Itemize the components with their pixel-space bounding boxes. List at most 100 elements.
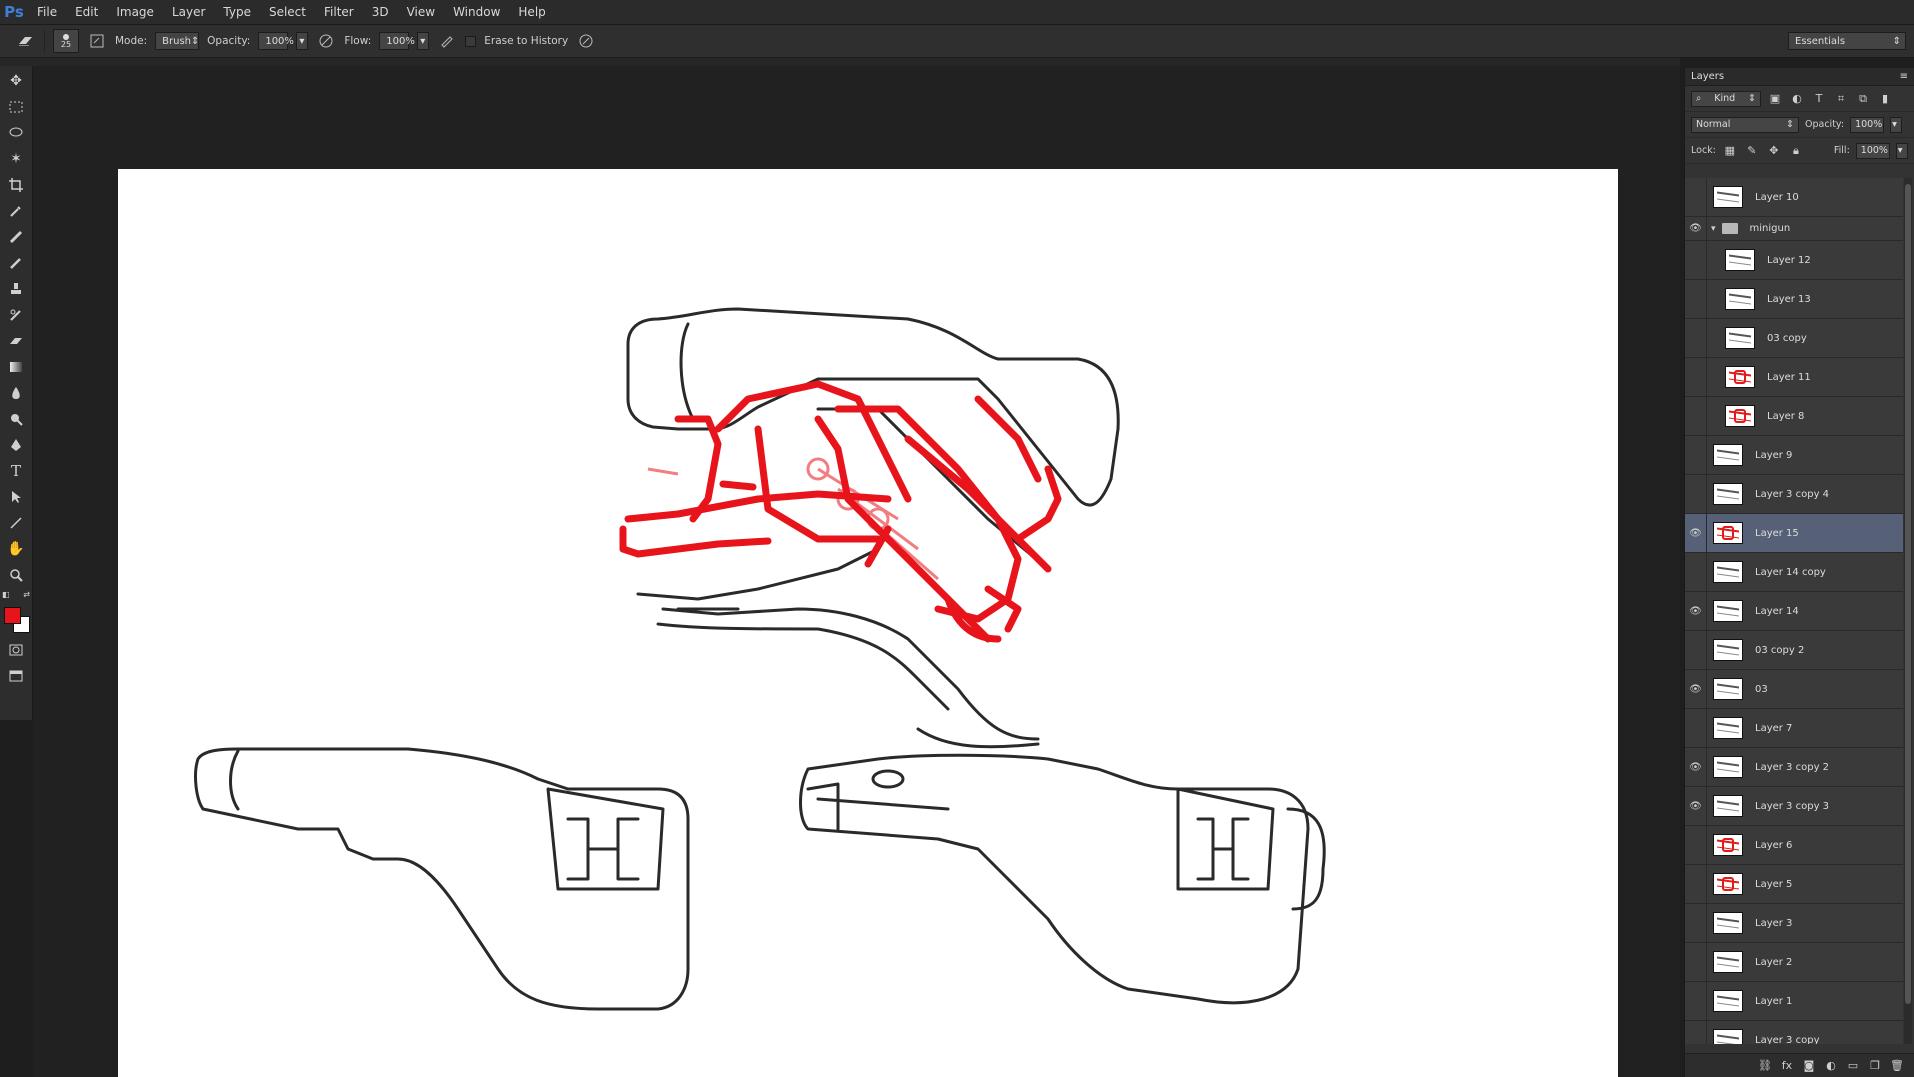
menu-help[interactable]: Help — [509, 0, 554, 25]
type-tool-icon[interactable]: T — [3, 458, 29, 484]
layer-row[interactable]: 03 copy — [1685, 319, 1903, 358]
quick-select-tool-icon[interactable]: ✶ — [3, 146, 29, 172]
layer-group-row[interactable]: 👁︎ ▾ minigun — [1685, 217, 1903, 241]
layer-row[interactable]: Layer 1 — [1685, 982, 1903, 1021]
menu-edit[interactable]: Edit — [66, 0, 107, 25]
layer-row[interactable]: 👁︎ Layer 3 copy 2 — [1685, 748, 1903, 787]
layer-row[interactable]: 03 copy 2 — [1685, 631, 1903, 670]
filter-pixel-icon[interactable]: ▣ — [1767, 91, 1783, 107]
visibility-eye-icon[interactable] — [1685, 709, 1707, 747]
flow-input[interactable]: 100% — [379, 32, 415, 50]
pressure-opacity-icon[interactable] — [316, 31, 336, 51]
layer-row[interactable]: Layer 13 — [1685, 280, 1903, 319]
dodge-tool-icon[interactable] — [3, 406, 29, 432]
blend-mode-select[interactable]: Normal ⇕ — [1691, 116, 1799, 133]
layer-style-icon[interactable]: fx — [1779, 1058, 1795, 1074]
visibility-eye-icon[interactable]: 👁︎ — [1685, 787, 1707, 825]
visibility-eye-icon[interactable] — [1685, 475, 1707, 513]
layer-row[interactable]: 👁︎ 03 — [1685, 670, 1903, 709]
visibility-eye-icon[interactable] — [1685, 826, 1707, 864]
menu-layer[interactable]: Layer — [163, 0, 214, 25]
new-group-icon[interactable]: ▭ — [1845, 1058, 1861, 1074]
layer-row[interactable]: Layer 12 — [1685, 241, 1903, 280]
mode-select[interactable]: Brush ⇕ — [155, 32, 199, 50]
filter-smart-object-icon[interactable]: ⧉ — [1855, 91, 1871, 107]
layer-row[interactable]: Layer 2 — [1685, 943, 1903, 982]
menu-type[interactable]: Type — [214, 0, 260, 25]
layers-scrollbar[interactable] — [1904, 178, 1912, 1044]
visibility-eye-icon[interactable]: 👁︎ — [1685, 670, 1707, 708]
visibility-eye-icon[interactable] — [1685, 319, 1707, 357]
layer-row[interactable]: Layer 7 — [1685, 709, 1903, 748]
airbrush-icon[interactable] — [437, 31, 457, 51]
opacity-input[interactable]: 100% — [258, 32, 294, 50]
visibility-eye-icon[interactable] — [1685, 904, 1707, 942]
erase-to-history-checkbox[interactable] — [465, 35, 477, 47]
visibility-eye-icon[interactable] — [1685, 1021, 1707, 1044]
lasso-tool-icon[interactable] — [3, 120, 29, 146]
brush-preset-picker[interactable]: 25 — [53, 29, 79, 53]
path-selection-tool-icon[interactable] — [3, 484, 29, 510]
lock-pixels-icon[interactable]: ✎ — [1744, 143, 1760, 159]
fill-input[interactable]: 100% — [1855, 142, 1890, 159]
pressure-size-icon[interactable] — [576, 31, 596, 51]
menu-filter[interactable]: Filter — [315, 0, 363, 25]
marquee-tool-icon[interactable] — [3, 94, 29, 120]
clone-stamp-tool-icon[interactable] — [3, 276, 29, 302]
blur-tool-icon[interactable] — [3, 380, 29, 406]
healing-brush-tool-icon[interactable] — [3, 224, 29, 250]
layer-row[interactable]: 👁︎ Layer 15 — [1685, 514, 1903, 553]
workspace-select[interactable]: Essentials ⇕ — [1788, 32, 1906, 50]
filter-adjustment-icon[interactable]: ◐ — [1789, 91, 1805, 107]
brush-tool-icon[interactable] — [3, 250, 29, 276]
brush-panel-toggle-icon[interactable] — [87, 31, 107, 51]
layer-row[interactable]: Layer 9 — [1685, 436, 1903, 475]
visibility-eye-icon[interactable]: 👁︎ — [1685, 748, 1707, 786]
adjustment-layer-icon[interactable]: ◐ — [1823, 1058, 1839, 1074]
move-tool-icon[interactable]: ✥ — [3, 68, 29, 94]
fill-dropdown[interactable]: ▾ — [1895, 142, 1908, 159]
flow-dropdown[interactable]: ▾ — [417, 32, 430, 50]
visibility-eye-icon[interactable] — [1685, 631, 1707, 669]
quick-mask-icon[interactable] — [3, 637, 29, 663]
eyedropper-tool-icon[interactable] — [3, 198, 29, 224]
default-colors-icon[interactable]: ◧ — [2, 590, 10, 599]
new-layer-icon[interactable]: ❐ — [1867, 1058, 1883, 1074]
filter-shape-icon[interactable]: ⌗ — [1833, 91, 1849, 107]
visibility-eye-icon[interactable] — [1685, 553, 1707, 591]
visibility-eye-icon[interactable] — [1685, 436, 1707, 474]
filter-type-icon[interactable]: T — [1811, 91, 1827, 107]
menu-3d[interactable]: 3D — [363, 0, 398, 25]
menu-window[interactable]: Window — [444, 0, 509, 25]
layer-row[interactable]: 👁︎ Layer 3 copy 3 — [1685, 787, 1903, 826]
zoom-tool-icon[interactable] — [3, 562, 29, 588]
link-layers-icon[interactable]: ⛓︎ — [1757, 1058, 1773, 1074]
swap-colors-icon[interactable]: ⇄ — [23, 590, 30, 599]
layer-row[interactable]: Layer 10 — [1685, 178, 1903, 217]
lock-position-icon[interactable]: ✥ — [1766, 143, 1782, 159]
layer-row[interactable]: Layer 8 — [1685, 397, 1903, 436]
visibility-eye-icon[interactable]: 👁︎ — [1685, 217, 1707, 240]
filter-kind-select[interactable]: ⌕ Kind ⇕ — [1691, 90, 1761, 107]
filter-toggle-icon[interactable]: ▮ — [1877, 91, 1893, 107]
layer-row[interactable]: 👁︎ Layer 14 — [1685, 592, 1903, 631]
gradient-tool-icon[interactable] — [3, 354, 29, 380]
visibility-eye-icon[interactable]: 👁︎ — [1685, 592, 1707, 630]
visibility-eye-icon[interactable] — [1685, 982, 1707, 1020]
foreground-color-swatch[interactable] — [4, 607, 21, 624]
layer-opacity-dropdown[interactable]: ▾ — [1890, 116, 1903, 133]
pen-tool-icon[interactable] — [3, 432, 29, 458]
layer-row[interactable]: Layer 6 — [1685, 826, 1903, 865]
layer-row[interactable]: Layer 5 — [1685, 865, 1903, 904]
menu-file[interactable]: File — [28, 0, 66, 25]
menu-select[interactable]: Select — [260, 0, 315, 25]
hand-tool-icon[interactable]: ✋ — [3, 536, 29, 562]
delete-layer-icon[interactable]: 🗑︎ — [1889, 1058, 1905, 1074]
layers-panel-tab[interactable]: Layers ≡ — [1685, 68, 1914, 86]
layer-row[interactable]: Layer 3 copy 4 — [1685, 475, 1903, 514]
opacity-dropdown[interactable]: ▾ — [296, 32, 309, 50]
lock-transparency-icon[interactable]: ▦ — [1722, 143, 1738, 159]
layer-opacity-input[interactable]: 100% — [1850, 116, 1885, 133]
eraser-tool-icon[interactable] — [16, 31, 36, 51]
screen-mode-icon[interactable] — [3, 663, 29, 689]
